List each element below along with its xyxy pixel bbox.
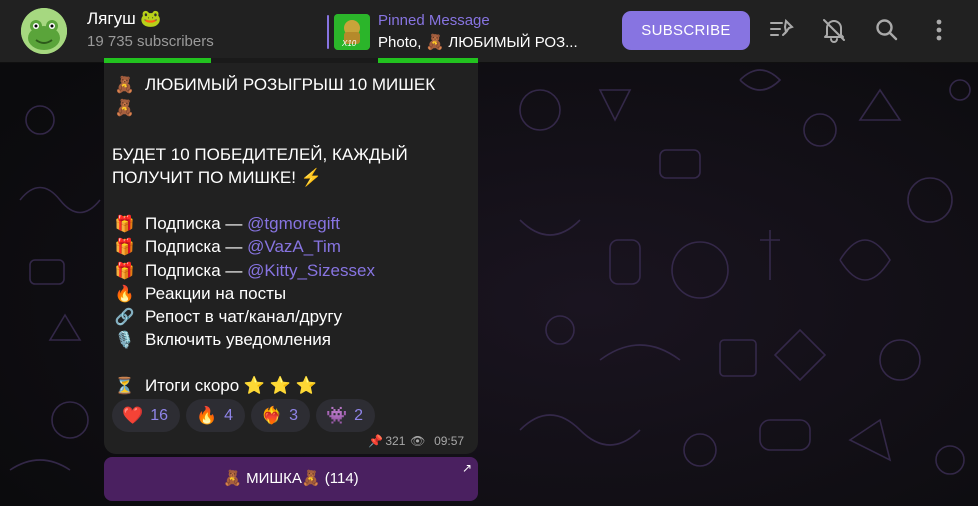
frog-avatar-icon: [21, 8, 67, 54]
message-line: БУДЕТ 10 ПОБЕДИТЕЛЕЙ, КАЖДЫЙ: [112, 143, 472, 166]
line-emoji: 🔗: [114, 308, 135, 326]
line-emoji: 🎁: [114, 216, 135, 234]
message-line: 🔥 Реакции на посты: [112, 282, 472, 305]
pinned-list-icon[interactable]: [769, 17, 795, 43]
eye-icon: 👁: [410, 434, 426, 448]
line-text: БУДЕТ 10 ПОБЕДИТЕЛЕЙ, КАЖДЫЙ: [112, 144, 408, 164]
line-emoji: 🎁: [114, 262, 135, 280]
reaction-emoji: 🔥: [196, 406, 218, 425]
message-time: 09:57: [434, 434, 465, 448]
line-text: Реакции на посты: [145, 283, 287, 303]
line-emoji: 🧸: [114, 77, 135, 94]
reaction-count: 3: [289, 407, 298, 424]
reaction-count: 16: [150, 407, 168, 424]
reaction-count: 4: [224, 407, 233, 424]
line-emoji: 🎙️: [114, 332, 135, 350]
line-text: Включить уведомления: [145, 330, 331, 350]
pinned-message-bar[interactable]: X10 Pinned Message Photo, 🧸 ЛЮБИМЫЙ РОЗ.…: [327, 12, 607, 52]
channel-title[interactable]: Лягуш 🐸: [87, 9, 162, 29]
reaction-chip[interactable]: 👾 2: [316, 399, 375, 432]
reaction-emoji: ❤️: [122, 406, 144, 425]
external-link-arrow-icon: ↗: [461, 461, 472, 475]
channel-mention-link[interactable]: @Kitty_Sizessex: [247, 261, 375, 280]
line-text: ПОЛУЧИТ ПО МИШКЕ! ⚡: [112, 167, 322, 187]
message-line: 🎙️ Включить уведомления: [112, 328, 472, 351]
subscriber-count: 19 735 subscribers: [87, 33, 214, 50]
reaction-count: 2: [354, 407, 363, 424]
line-text: Подписка —: [145, 214, 248, 234]
line-text: Подписка —: [145, 260, 248, 280]
line-emoji: 🧸: [114, 100, 135, 118]
line-text: Подписка —: [145, 237, 248, 257]
pinned-indicator: [327, 15, 329, 49]
pinned-label: Pinned Message: [378, 12, 490, 29]
pinned-thumbnail: X10: [334, 14, 370, 50]
pinned-text: Photo, 🧸 ЛЮБИМЫЙ РОЗ...: [378, 34, 578, 51]
message-line: ПОЛУЧИТ ПО МИШКЕ! ⚡: [112, 166, 472, 189]
channel-mention-link[interactable]: @tgmoregift: [247, 214, 340, 233]
reaction-emoji: ❤️‍🔥: [261, 406, 283, 425]
channel-avatar[interactable]: [21, 8, 67, 54]
pinned-thumb-badge: X10: [342, 39, 357, 48]
message-line: ⏳ Итоги скоро ⭐ ⭐ ⭐: [112, 374, 472, 397]
more-vertical-icon[interactable]: [926, 17, 952, 43]
line-text: Репост в чат/канал/другу: [145, 306, 343, 326]
search-icon[interactable]: [874, 17, 900, 43]
message-text: 🧸 ЛЮБИМЫЙ РОЗЫГРЫШ 10 МИШЕК 🧸 БУДЕТ 10 ПОБЕ…: [112, 73, 472, 398]
message-line: 🔗 Репост в чат/канал/другу: [112, 305, 472, 328]
views-count: 321: [385, 434, 406, 448]
line-text: Итоги скоро ⭐ ⭐ ⭐: [145, 376, 317, 396]
reaction-chip[interactable]: 🔥 4: [186, 399, 245, 432]
pin-icon: 📌: [368, 434, 383, 448]
channel-mention-link[interactable]: @VazA_Tim: [247, 237, 341, 256]
mute-bell-icon[interactable]: [821, 17, 847, 43]
chat-header: Лягуш 🐸 19 735 subscribers X10 Pinned Me…: [0, 0, 978, 63]
message-line: 🎁 Подписка — @tgmoregift: [112, 212, 472, 235]
line-emoji: 🔥: [114, 285, 135, 303]
reaction-chip[interactable]: ❤️‍🔥 3: [251, 399, 310, 432]
line-emoji: 🎁: [114, 239, 135, 257]
reaction-emoji: 👾: [326, 406, 348, 425]
message-line: 🧸: [112, 96, 472, 119]
reaction-chip[interactable]: ❤️ 16: [112, 399, 180, 432]
line-text: ЛЮБИМЫЙ РОЗЫГРЫШ 10 МИШЕК: [145, 75, 436, 94]
message-line: 🎁 Подписка — @VazA_Tim: [112, 235, 472, 258]
message-line: 🎁 Подписка — @Kitty_Sizessex: [112, 259, 472, 282]
subscribe-button[interactable]: SUBSCRIBE: [622, 11, 750, 50]
line-emoji: ⏳: [114, 378, 135, 396]
inline-url-button[interactable]: 🧸 МИШКА🧸 (114) ↗: [104, 457, 478, 501]
message-meta: 📌 321 👁 09:57: [368, 434, 464, 448]
message-line: 🧸 ЛЮБИМЫЙ РОЗЫГРЫШ 10 МИШЕК: [112, 73, 472, 96]
inline-button-label: 🧸 МИШКА🧸 (114): [223, 470, 359, 487]
